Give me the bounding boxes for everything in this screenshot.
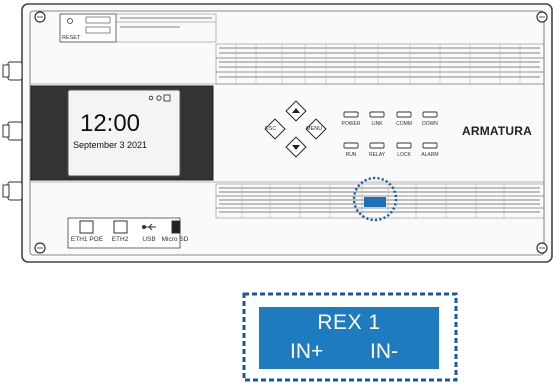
left-side-connectors xyxy=(2,61,23,201)
menu-key-label: MENU xyxy=(306,126,323,132)
led-label: RUN xyxy=(345,152,357,158)
rex1-terminal-highlight xyxy=(364,197,386,207)
led-label: DOWN xyxy=(422,121,438,127)
screen-time: 12:00 xyxy=(79,110,141,137)
port-label-eth1: ETH1 POE xyxy=(70,236,104,243)
rex1-in-plus: IN+ xyxy=(290,340,324,363)
reset-label: RESET xyxy=(62,35,81,41)
port-label-usb: USB xyxy=(142,236,156,243)
esc-key-label: ESC xyxy=(265,126,277,132)
led-label: COMM xyxy=(396,121,412,127)
ethernet-port-icon xyxy=(113,220,128,234)
led-label: LINK xyxy=(371,121,383,127)
led-label: LOCK xyxy=(397,152,411,158)
screen-date: September 3 2021 xyxy=(72,140,148,150)
rex1-in-minus: IN- xyxy=(370,340,398,363)
port-label-eth2: ETH2 xyxy=(111,236,129,243)
led-label: POWER xyxy=(341,121,361,127)
micro-sd-slot-icon xyxy=(171,220,181,234)
rex1-title: REX 1 xyxy=(317,311,381,334)
port-label-micro-sd: Micro SD xyxy=(161,236,189,243)
led-label: RELAY xyxy=(368,152,386,158)
led-label: ALARM xyxy=(421,152,439,158)
ethernet-port-icon xyxy=(79,220,94,234)
brand-logo: ARMATURA xyxy=(462,124,533,138)
